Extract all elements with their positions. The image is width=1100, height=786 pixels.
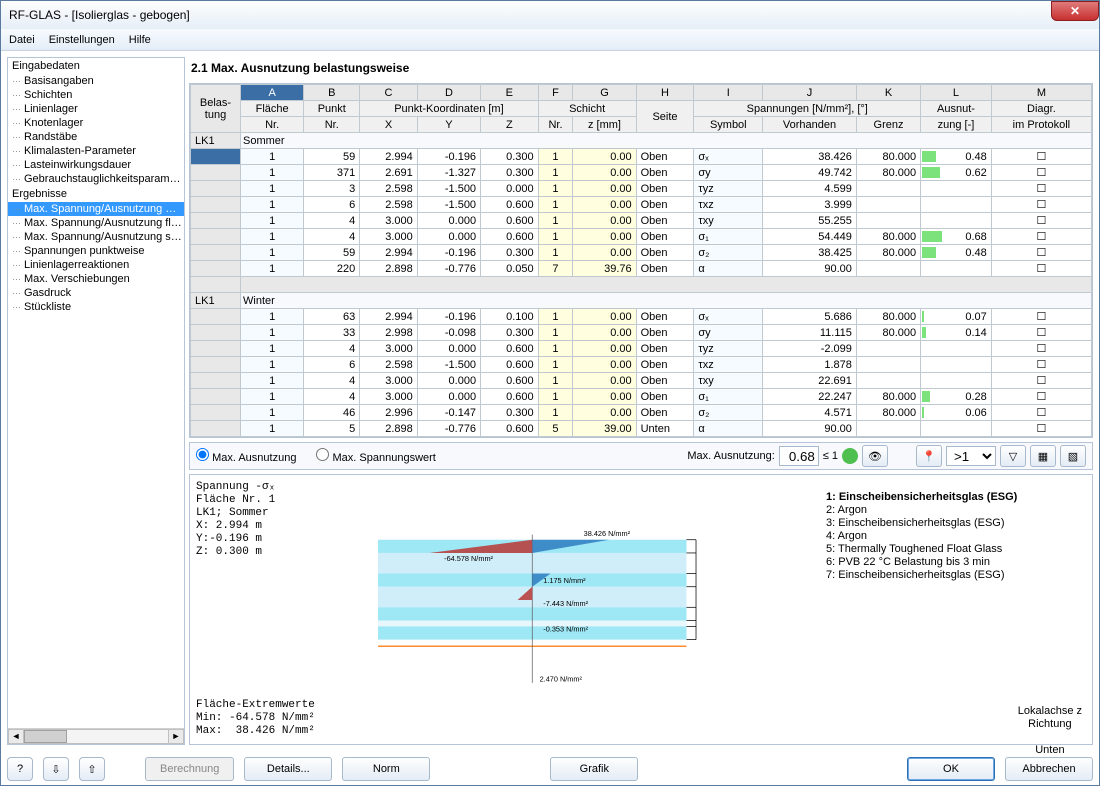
table-row[interactable]: 143.0000.0000.60010.00Obenσ₁54.44980.000… — [191, 229, 1092, 245]
tree-item[interactable]: Max. Spannung/Ausnutzung belastungsweise — [8, 202, 184, 216]
svg-text:-64.578 N/mm²: -64.578 N/mm² — [444, 554, 493, 563]
table-row[interactable]: 1462.996-0.1470.30010.00Obenσ₂4.57180.00… — [191, 405, 1092, 421]
table-row[interactable]: 132.598-1.5000.00010.00Obenτyz4.599 — [191, 181, 1092, 197]
menubar: Datei Einstellungen Hilfe — [1, 29, 1099, 51]
nav-tree[interactable]: EingabedatenBasisangabenSchichtenLinienl… — [7, 57, 185, 745]
tree-item[interactable]: Stückliste — [8, 300, 184, 314]
leq-one: ≤ 1 — [823, 450, 838, 462]
table-row[interactable]: 13712.691-1.3270.30010.00Obenσy49.74280.… — [191, 165, 1092, 181]
export-button2[interactable]: ⇧ — [79, 757, 105, 781]
close-button[interactable]: ✕ — [1051, 1, 1099, 21]
eye-button[interactable]: 👁 — [862, 445, 888, 467]
table-row[interactable]: 1632.994-0.1960.10010.00Obenσₓ5.68680.00… — [191, 309, 1092, 325]
table-row[interactable]: 1592.994-0.1960.30010.00Obenσₓ38.42680.0… — [191, 149, 1092, 165]
legend-item: 2: Argon — [826, 504, 1086, 517]
window-title: RF-GLAS - [Isolierglas - gebogen] — [9, 8, 190, 22]
options-bar: Max. Ausnutzung Max. Spannungswert Max. … — [189, 442, 1093, 470]
tree-scrollbar[interactable]: ◄► — [8, 728, 184, 744]
button-row: ? ⇩ ⇧ Berechnung Details... Norm Grafik … — [1, 751, 1099, 785]
svg-text:-0.353 N/mm²: -0.353 N/mm² — [543, 625, 588, 634]
help-button[interactable]: ? — [7, 757, 33, 781]
tree-group[interactable]: Ergebnisse — [8, 186, 184, 202]
legend-item: 6: PVB 22 °C Belastung bis 3 min — [826, 556, 1086, 569]
norm-button[interactable]: Norm — [342, 757, 430, 781]
svg-text:2.470 N/mm²: 2.470 N/mm² — [540, 674, 583, 683]
table-row[interactable]: 143.0000.0000.60010.00Obenτxy55.255 — [191, 213, 1092, 229]
tree-item[interactable]: Lasteinwirkungsdauer — [8, 158, 184, 172]
pointer-button[interactable]: 📍 — [916, 445, 942, 467]
legend-item: 7: Einscheibensicherheitsglas (ESG) — [826, 569, 1086, 582]
main-panel: 2.1 Max. Ausnutzung belastungsweise Bela… — [189, 57, 1093, 745]
titlebar: RF-GLAS - [Isolierglas - gebogen] ✕ — [1, 1, 1099, 29]
tree-item[interactable]: Randstäbe — [8, 130, 184, 144]
diagram-legend: 1: Einscheibensicherheitsglas (ESG)2: Ar… — [826, 481, 1086, 738]
tree-group[interactable]: Eingabedaten — [8, 58, 184, 74]
legend-item: 5: Thermally Toughened Float Glass — [826, 543, 1086, 556]
import-button[interactable]: ⇩ — [43, 757, 69, 781]
opt-max-ausnutzung[interactable]: Max. Ausnutzung — [196, 448, 296, 464]
ok-button[interactable]: OK — [907, 757, 995, 781]
max-ausnutzung-value[interactable] — [779, 446, 819, 466]
tree-item[interactable]: Max. Spannung/Ausnutzung schichtweise — [8, 230, 184, 244]
export-button[interactable]: ▦ — [1030, 445, 1056, 467]
tree-item[interactable]: Linienlagerreaktionen — [8, 258, 184, 272]
table-row[interactable]: 143.0000.0000.60010.00Obenτyz-2.099 — [191, 341, 1092, 357]
tree-item[interactable]: Klimalasten-Parameter — [8, 144, 184, 158]
menu-hilfe[interactable]: Hilfe — [129, 34, 151, 46]
tree-item[interactable]: Gebrauchstauglichkeitsparameter — [8, 172, 184, 186]
tree-item[interactable]: Gasdruck — [8, 286, 184, 300]
content-area: EingabedatenBasisangabenSchichtenLinienl… — [1, 51, 1099, 751]
axis-label: Lokalachse z Richtung Unten — [1018, 705, 1082, 757]
svg-text:38.426 N/mm²: 38.426 N/mm² — [584, 529, 631, 538]
opt-max-spannung[interactable]: Max. Spannungswert — [316, 448, 435, 464]
diagram-info: Spannung -σₓ Fläche Nr. 1 LK1; Sommer X:… — [196, 481, 356, 559]
max-ausnutzung-label: Max. Ausnutzung: — [687, 450, 774, 462]
app-window: RF-GLAS - [Isolierglas - gebogen] ✕ Date… — [0, 0, 1100, 786]
grafik-button[interactable]: Grafik — [550, 757, 638, 781]
tree-item[interactable]: Max. Verschiebungen — [8, 272, 184, 286]
stress-diagram: 38.426 N/mm² -64.578 N/mm² 1.175 N/mm² -… — [356, 481, 826, 738]
section-title: 2.1 Max. Ausnutzung belastungsweise — [189, 57, 1093, 79]
legend-item: 1: Einscheibensicherheitsglas (ESG) — [826, 491, 1086, 504]
legend-item: 4: Argon — [826, 530, 1086, 543]
table-row[interactable]: 162.598-1.5000.60010.00Obenτxz1.878 — [191, 357, 1092, 373]
results-table[interactable]: Belas-tungABCDEFGHIJKLMFlächePunktPunkt-… — [189, 83, 1093, 438]
table-row[interactable]: 143.0000.0000.60010.00Obenσ₁22.24780.000… — [191, 389, 1092, 405]
tree-item[interactable]: Schichten — [8, 88, 184, 102]
svg-text:1.175 N/mm²: 1.175 N/mm² — [543, 576, 586, 585]
berechnung-button[interactable]: Berechnung — [145, 757, 234, 781]
menu-einstellungen[interactable]: Einstellungen — [49, 34, 115, 46]
menu-datei[interactable]: Datei — [9, 34, 35, 46]
filter-combo[interactable]: >1 — [946, 446, 996, 466]
legend-item: 3: Einscheibensicherheitsglas (ESG) — [826, 517, 1086, 530]
tree-item[interactable]: Basisangaben — [8, 74, 184, 88]
tree-item[interactable]: Linienlager — [8, 102, 184, 116]
filter-button[interactable]: ▽ — [1000, 445, 1026, 467]
diagram-extreme: Fläche-Extremwerte Min: -64.578 N/mm² Ma… — [196, 699, 356, 738]
tree-item[interactable]: Max. Spannung/Ausnutzung flächenweise — [8, 216, 184, 230]
cancel-button[interactable]: Abbrechen — [1005, 757, 1093, 781]
table-row[interactable]: 152.898-0.7760.600539.00Untenα90.00 — [191, 421, 1092, 437]
table-row[interactable]: 12202.898-0.7760.050739.76Obenα90.00 — [191, 261, 1092, 277]
graphics-button[interactable]: ▧ — [1060, 445, 1086, 467]
tree-item[interactable]: Spannungen punktweise — [8, 244, 184, 258]
details-button[interactable]: Details... — [244, 757, 332, 781]
svg-text:-7.443 N/mm²: -7.443 N/mm² — [543, 599, 588, 608]
table-row[interactable]: 1592.994-0.1960.30010.00Obenσ₂38.42580.0… — [191, 245, 1092, 261]
table-row[interactable]: 143.0000.0000.60010.00Obenτxy22.691 — [191, 373, 1092, 389]
table-row[interactable]: 162.598-1.5000.60010.00Obenτxz3.999 — [191, 197, 1092, 213]
tree-item[interactable]: Knotenlager — [8, 116, 184, 130]
status-ok-icon — [842, 448, 858, 464]
table-row[interactable]: 1332.998-0.0980.30010.00Obenσy11.11580.0… — [191, 325, 1092, 341]
diagram-box: Spannung -σₓ Fläche Nr. 1 LK1; Sommer X:… — [189, 474, 1093, 745]
